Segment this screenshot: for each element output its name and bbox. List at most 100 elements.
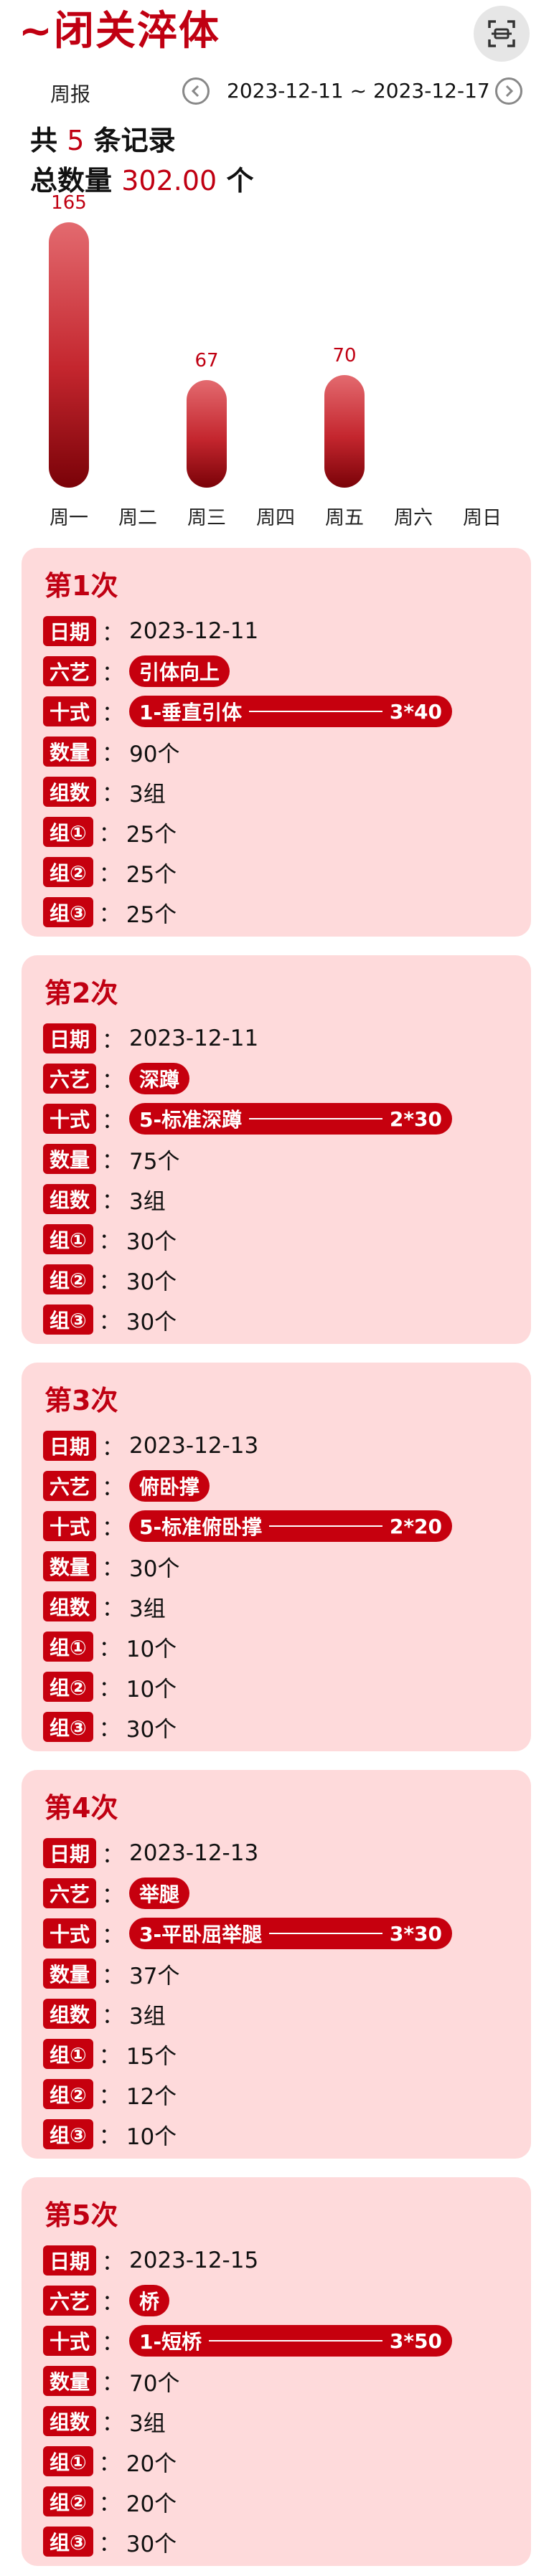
record-field-groups: 组数： 3组 xyxy=(43,1591,166,1622)
record-card[interactable]: 第5次 日期： 2023-12-15 六艺：桥十式： 1-短桥 3*50 数量： 70个 组数：… xyxy=(22,2177,531,2566)
field-colon: ： xyxy=(102,782,124,807)
record-field-art: 六艺：桥 xyxy=(43,2285,170,2316)
field-label: 十式 xyxy=(43,1918,97,1948)
field-value: 30个 xyxy=(126,1269,177,1295)
prev-week-button[interactable] xyxy=(182,77,210,105)
date-range: 2023-12-11 ~ 2023-12-17 xyxy=(227,79,490,103)
bar-0[interactable] xyxy=(49,222,89,488)
field-label: 日期 xyxy=(43,2245,97,2276)
app-header: ~闭关淬体 xyxy=(0,0,554,65)
form-name: 3-平卧屈举腿 xyxy=(139,1923,263,1946)
record-count: 5 xyxy=(67,125,85,156)
bar-value-label: 165 xyxy=(51,192,87,214)
record-field-date: 日期： 2023-12-13 xyxy=(43,1430,258,1462)
field-colon: ： xyxy=(98,2044,121,2069)
field-value: 10个 xyxy=(126,1676,177,1703)
day-label: 周五 xyxy=(325,507,364,529)
record-card[interactable]: 第4次 日期： 2023-12-13 六艺：举腿 十式： 3-平卧屈举腿 3*30 数量： 37… xyxy=(22,1770,531,2159)
record-field-qty: 数量： 75个 xyxy=(43,1143,179,1175)
field-label: 组② xyxy=(43,2079,93,2109)
field-label: 组③ xyxy=(43,2527,93,2557)
field-value: 75个 xyxy=(129,1148,180,1175)
art-pill: 桥 xyxy=(129,2285,170,2316)
field-label: 组数 xyxy=(43,2406,97,2436)
field-colon: ： xyxy=(102,742,124,767)
record-field-art: 六艺：举腿 xyxy=(43,1877,190,1909)
page-title: ~闭关淬体 xyxy=(19,8,220,55)
record-field-art: 六艺：深蹲 xyxy=(43,1063,190,1094)
field-colon: ： xyxy=(98,2084,121,2109)
day-label: 周二 xyxy=(118,507,157,529)
summary: 共 5 条记录 总数量 302.00 个 xyxy=(30,120,253,201)
record-title: 第1次 xyxy=(44,570,118,602)
form-pill: 5-标准深蹲 2*30 xyxy=(129,1103,453,1135)
field-label: 日期 xyxy=(43,1023,97,1053)
field-colon: ： xyxy=(102,2411,124,2436)
record-field-art: 六艺：引体向上 xyxy=(43,655,230,687)
form-scheme: 2*30 xyxy=(389,1107,443,1131)
field-colon: ： xyxy=(98,1269,121,1294)
field-label: 组数 xyxy=(43,1591,97,1621)
record-field-g3: 组③： 10个 xyxy=(43,2118,177,2150)
field-label: 组② xyxy=(43,1264,93,1294)
count-suffix: 条记录 xyxy=(93,125,176,156)
field-colon: ： xyxy=(102,1028,124,1053)
bar-4[interactable] xyxy=(324,375,365,488)
field-colon: ： xyxy=(102,1964,124,1989)
field-value: 3组 xyxy=(129,1188,166,1215)
day-label: 周四 xyxy=(256,507,295,529)
record-field-date: 日期： 2023-12-11 xyxy=(43,615,258,647)
week-selector: 周报 2023-12-11 ~ 2023-12-17 xyxy=(0,69,554,112)
field-colon: ： xyxy=(102,1516,124,1541)
field-value: 30个 xyxy=(126,1309,177,1335)
field-colon: ： xyxy=(98,822,121,847)
field-value: 3组 xyxy=(129,781,166,808)
scan-button[interactable] xyxy=(474,6,530,62)
field-label: 数量 xyxy=(43,1551,97,1581)
field-colon: ： xyxy=(98,2124,121,2149)
field-label: 组③ xyxy=(43,1712,93,1742)
field-value: 30个 xyxy=(126,1228,177,1255)
record-card[interactable]: 第1次 日期： 2023-12-11 六艺：引体向上 十式： 1-垂直引体 3*40 数量： 9… xyxy=(22,548,531,937)
scan-icon xyxy=(488,20,515,47)
field-colon: ： xyxy=(102,1476,124,1501)
field-value: 2023-12-13 xyxy=(129,1840,259,1866)
record-card[interactable]: 第3次 日期： 2023-12-13 六艺：俯卧撑 十式： 5-标准俯卧撑 2*20 数量： 3… xyxy=(22,1363,531,1751)
day-label: 周三 xyxy=(187,507,226,529)
field-colon: ： xyxy=(102,1189,124,1214)
art-pill: 举腿 xyxy=(129,1877,190,1909)
field-label: 数量 xyxy=(43,2366,97,2396)
field-colon: ： xyxy=(102,2331,124,2356)
report-mode-label[interactable]: 周报 xyxy=(50,79,90,108)
record-field-groups: 组数： 3组 xyxy=(43,2405,166,2437)
record-title: 第5次 xyxy=(44,2199,118,2231)
field-label: 组① xyxy=(43,2446,93,2476)
field-colon: ： xyxy=(102,1436,124,1461)
field-colon: ： xyxy=(102,1843,124,1868)
form-pill: 3-平卧屈举腿 3*30 xyxy=(129,1918,453,1949)
record-field-g3: 组③： 30个 xyxy=(43,1304,177,1335)
field-value: 15个 xyxy=(126,2043,177,2070)
field-label: 十式 xyxy=(43,2326,97,2356)
field-value: 10个 xyxy=(126,1636,177,1662)
record-card[interactable]: 第2次 日期： 2023-12-11 六艺：深蹲 十式： 5-标准深蹲 2*30 数量： 75个… xyxy=(22,955,531,1344)
field-label: 组② xyxy=(43,2486,93,2516)
record-field-form: 十式： 1-短桥 3*50 xyxy=(43,2325,453,2357)
form-name: 1-垂直引体 xyxy=(139,701,243,724)
form-divider xyxy=(249,1118,382,1119)
field-colon: ： xyxy=(98,1677,121,1702)
field-label: 组数 xyxy=(43,777,97,807)
record-field-g1: 组①： 10个 xyxy=(43,1631,177,1662)
field-colon: ： xyxy=(102,1923,124,1948)
field-value: 25个 xyxy=(126,901,177,928)
field-value: 30个 xyxy=(126,2531,177,2557)
field-value: 2023-12-11 xyxy=(129,618,259,644)
field-value: 3组 xyxy=(129,2410,166,2437)
field-value: 20个 xyxy=(126,2450,177,2477)
bar-2[interactable] xyxy=(187,380,227,488)
field-value: 25个 xyxy=(126,861,177,888)
field-value: 20个 xyxy=(126,2491,177,2517)
next-week-button[interactable] xyxy=(495,77,522,105)
record-field-g3: 组③： 30个 xyxy=(43,1711,177,1743)
bar-value-label: 70 xyxy=(332,345,357,366)
